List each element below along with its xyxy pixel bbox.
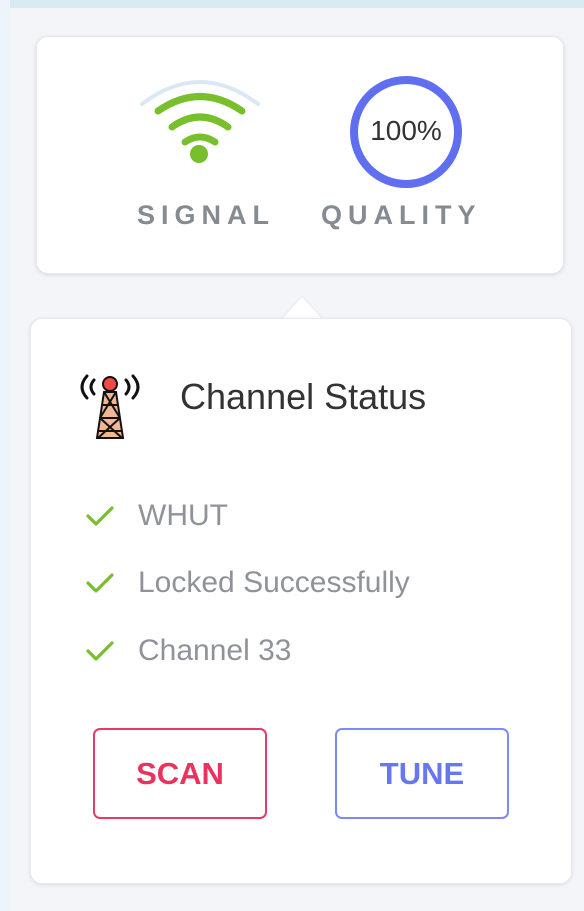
- status-text: Locked Successfully: [138, 566, 410, 599]
- top-band: [0, 0, 584, 8]
- quality-meter: 100%: [346, 72, 466, 192]
- signal-label: SIGNAL: [137, 200, 276, 230]
- tune-button[interactable]: TUNE: [335, 728, 509, 819]
- check-icon: [82, 633, 118, 669]
- left-gutter: [0, 0, 10, 911]
- quality-value: 100%: [370, 115, 442, 146]
- channel-status-title: Channel Status: [180, 376, 427, 417]
- scan-button[interactable]: SCAN: [93, 728, 267, 819]
- card-pointer: [282, 297, 322, 319]
- status-text: WHUT: [138, 499, 228, 532]
- status-item-channel: Channel 33: [82, 631, 502, 671]
- status-text: Channel 33: [138, 634, 292, 667]
- signal-quality-card: [36, 36, 564, 274]
- signal-meter: [140, 74, 260, 174]
- status-item-whut: WHUT: [82, 496, 502, 536]
- wifi-signal-icon: [140, 80, 260, 163]
- check-icon: [82, 565, 118, 601]
- quality-ring-icon: 100%: [350, 76, 462, 188]
- quality-label: QUALITY: [321, 200, 482, 230]
- status-item-locked: Locked Successfully: [82, 563, 502, 603]
- check-icon: [82, 498, 118, 534]
- broadcast-tower-icon: [74, 362, 146, 442]
